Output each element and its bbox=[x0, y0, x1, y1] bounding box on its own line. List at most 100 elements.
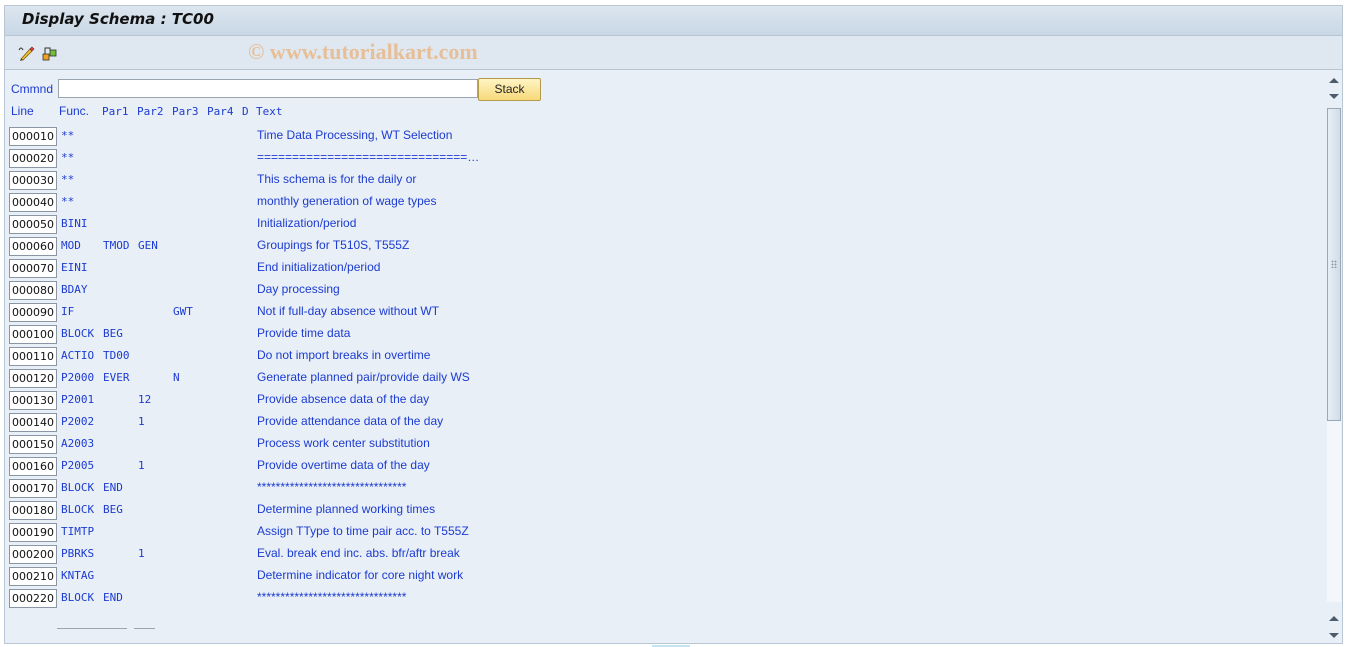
text-cell: Do not import breaks in overtime bbox=[257, 348, 431, 362]
arrow-up-icon bbox=[1329, 77, 1339, 83]
func-cell: EINI bbox=[61, 261, 88, 274]
scroll-up-button[interactable] bbox=[1326, 72, 1342, 88]
par2-cell: GEN bbox=[138, 239, 158, 252]
vertical-scrollbar[interactable] bbox=[1326, 70, 1342, 643]
line-number-field[interactable]: 000200 bbox=[9, 545, 57, 564]
table-row: 000050 BINI Initialization/period bbox=[5, 215, 605, 235]
table-row: 000110 ACTIO TD00 Do not import breaks in o… bbox=[5, 347, 605, 367]
func-cell: ** bbox=[61, 151, 75, 164]
table-row: 000060 MOD TMOD GEN Groupings for T510S, T55… bbox=[5, 237, 605, 257]
line-number-field[interactable]: 000170 bbox=[9, 479, 57, 498]
table-row: 000180 BLOCK BEG Determine planned working … bbox=[5, 501, 605, 521]
func-cell: P2001 bbox=[61, 393, 95, 406]
func-cell: BLOCK bbox=[61, 503, 95, 516]
scroll-page-up-button[interactable] bbox=[1326, 610, 1342, 626]
par1-cell: TMOD bbox=[103, 239, 130, 252]
line-number-field[interactable]: 000220 bbox=[9, 589, 57, 608]
table-row: 000010 ** Time Data Processing, WT Selecti… bbox=[5, 127, 605, 147]
table-row: 000070 EINI End initialization/period bbox=[5, 259, 605, 279]
par2-cell: 1 bbox=[138, 415, 145, 428]
footer-divider bbox=[134, 628, 155, 629]
table-row: 000030 ** This schema is for the daily or bbox=[5, 171, 605, 191]
line-number-field[interactable]: 000110 bbox=[9, 347, 57, 366]
func-cell: BLOCK bbox=[61, 481, 95, 494]
table-row: 000100 BLOCK BEG Provide time data bbox=[5, 325, 605, 345]
line-number-field[interactable]: 000060 bbox=[9, 237, 57, 256]
table-row: 000150 A2003 Process work center substitut… bbox=[5, 435, 605, 455]
line-number-field[interactable]: 000090 bbox=[9, 303, 57, 322]
arrow-up-icon bbox=[1329, 615, 1339, 621]
table-row: 000220 BLOCK END **************************… bbox=[5, 589, 605, 609]
other-object-icon[interactable] bbox=[41, 44, 59, 62]
func-cell: ACTIO bbox=[61, 349, 95, 362]
line-number-field[interactable]: 000120 bbox=[9, 369, 57, 388]
line-number-field[interactable]: 000130 bbox=[9, 391, 57, 410]
func-cell: ** bbox=[61, 129, 75, 142]
title-bar: Display Schema : TC00 bbox=[5, 6, 1342, 36]
line-number-field[interactable]: 000160 bbox=[9, 457, 57, 476]
func-cell: BINI bbox=[61, 217, 88, 230]
line-number-field[interactable]: 000100 bbox=[9, 325, 57, 344]
func-cell: KNTAG bbox=[61, 569, 95, 582]
line-number-field[interactable]: 000070 bbox=[9, 259, 57, 278]
scroll-page-down-button[interactable] bbox=[1326, 88, 1342, 104]
line-number-field[interactable]: 000050 bbox=[9, 215, 57, 234]
line-number-field[interactable]: 000040 bbox=[9, 193, 57, 212]
line-number-field[interactable]: 000030 bbox=[9, 171, 57, 190]
scroll-track[interactable] bbox=[1327, 108, 1341, 602]
line-number-field[interactable]: 000010 bbox=[9, 127, 57, 146]
func-cell: A2003 bbox=[61, 437, 95, 450]
schema-content: Cmmnd Stack Line Func. Par1 Par2 Par3 Pa… bbox=[5, 70, 1323, 642]
func-cell: MOD bbox=[61, 239, 81, 252]
column-header-par4: Par4 bbox=[207, 105, 234, 118]
par1-cell: BEG bbox=[103, 503, 123, 516]
text-cell: Eval. break end inc. abs. bfr/aftr break bbox=[257, 546, 460, 560]
table-row: 000040 ** monthly generation of wage types bbox=[5, 193, 605, 213]
text-cell: Assign TType to time pair acc. to T555Z bbox=[257, 524, 469, 538]
line-number-field[interactable]: 000140 bbox=[9, 413, 57, 432]
func-cell: PBRKS bbox=[61, 547, 95, 560]
text-cell: Groupings for T510S, T555Z bbox=[257, 238, 410, 252]
text-cell: ==============================… bbox=[257, 150, 480, 164]
line-number-field[interactable]: 000020 bbox=[9, 149, 57, 168]
func-cell: TIMTP bbox=[61, 525, 95, 538]
text-cell: Generate planned pair/provide daily WS bbox=[257, 370, 470, 384]
table-row: 000080 BDAY Day processing bbox=[5, 281, 605, 301]
par1-cell: END bbox=[103, 591, 123, 604]
line-number-field[interactable]: 000190 bbox=[9, 523, 57, 542]
grip-icon bbox=[1331, 260, 1337, 268]
line-number-field[interactable]: 000150 bbox=[9, 435, 57, 454]
column-header-par2: Par2 bbox=[137, 105, 164, 118]
scroll-down-button[interactable] bbox=[1326, 627, 1342, 643]
table-row: 000170 BLOCK END **************************… bbox=[5, 479, 605, 499]
text-cell: Provide time data bbox=[257, 326, 351, 340]
column-header-line: Line bbox=[11, 104, 34, 118]
column-header-text: Text bbox=[256, 105, 283, 118]
text-cell: Not if full-day absence without WT bbox=[257, 304, 440, 318]
par2-cell: 1 bbox=[138, 459, 145, 472]
column-header-par1: Par1 bbox=[102, 105, 129, 118]
command-input[interactable] bbox=[58, 79, 478, 98]
arrow-down-icon bbox=[1329, 93, 1339, 99]
application-toolbar: © www.tutorialkart.com bbox=[5, 36, 1342, 70]
display-change-icon[interactable] bbox=[17, 44, 35, 62]
table-row: 000090 IF GWT Not if full-day absence witho… bbox=[5, 303, 605, 323]
table-row: 000020 ** ==============================… bbox=[5, 149, 605, 169]
column-header-par3: Par3 bbox=[172, 105, 199, 118]
par1-cell: TD00 bbox=[103, 349, 130, 362]
text-cell: This schema is for the daily or bbox=[257, 172, 417, 186]
text-cell: Determine indicator for core night work bbox=[257, 568, 464, 582]
func-cell: P2005 bbox=[61, 459, 95, 472]
stack-button[interactable]: Stack bbox=[478, 78, 541, 101]
line-number-field[interactable]: 000210 bbox=[9, 567, 57, 586]
text-cell: ******************************** bbox=[257, 480, 407, 494]
text-cell: Determine planned working times bbox=[257, 502, 436, 516]
scroll-thumb[interactable] bbox=[1327, 108, 1341, 421]
column-header-d: D bbox=[242, 105, 249, 118]
text-cell: monthly generation of wage types bbox=[257, 194, 437, 208]
line-number-field[interactable]: 000180 bbox=[9, 501, 57, 520]
line-number-field[interactable]: 000080 bbox=[9, 281, 57, 300]
sap-window: Display Schema : TC00 © www.tutorialkart… bbox=[4, 5, 1343, 644]
par1-cell: END bbox=[103, 481, 123, 494]
table-row: 000190 TIMTP Assign TType to time pair acc… bbox=[5, 523, 605, 543]
